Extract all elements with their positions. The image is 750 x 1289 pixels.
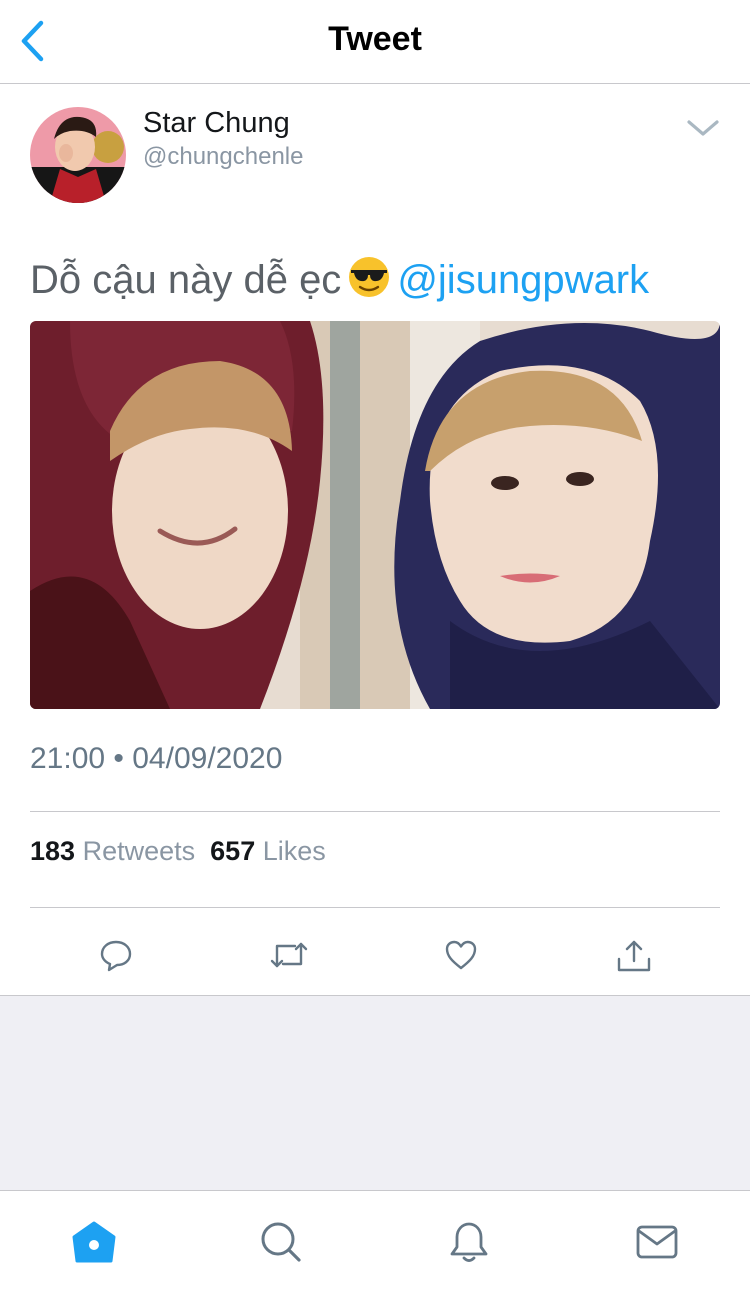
tweet-author: Star Chung @chungchenle [30,107,720,207]
tweet-timestamp: 21:00 • 04/09/2020 [30,742,283,775]
tweet-actions [0,924,750,994]
chevron-down-icon [687,120,719,136]
likes-label[interactable]: Likes [263,836,326,866]
avatar[interactable] [30,107,126,203]
divider [30,907,720,908]
more-options-button[interactable] [686,113,720,143]
like-button[interactable] [436,930,486,980]
tab-notifications[interactable] [444,1217,494,1267]
notifications-icon [450,1222,488,1262]
page-title: Tweet [328,20,422,58]
bottom-tab-bar [0,1190,750,1289]
tweet-photo[interactable] [30,321,720,709]
author-handle[interactable]: @chungchenle [143,143,303,171]
tab-messages[interactable] [632,1217,682,1267]
tweet-body: Dỗ cậu này dễ ẹc [30,258,342,302]
tab-search[interactable] [256,1217,306,1267]
mention-link[interactable]: @jisungpwark [397,258,649,302]
share-button[interactable] [609,930,659,980]
retweets-label[interactable]: Retweets [83,836,196,866]
likes-count[interactable]: 657 [210,836,255,866]
empty-content-area [0,995,750,1190]
top-nav-bar: Tweet [0,0,750,84]
tweet-text: Dỗ cậu này dễ ẹc @jisungpwark [30,255,649,310]
heart-icon [445,940,477,970]
retweets-count[interactable]: 183 [30,836,75,866]
reply-button[interactable] [91,930,141,980]
share-icon [617,940,651,972]
search-icon [261,1222,301,1262]
messages-icon [636,1225,678,1259]
divider [30,811,720,812]
reply-icon [100,940,132,972]
tab-home[interactable] [69,1217,119,1267]
retweet-icon [270,942,308,968]
tweet-stats: 183 Retweets 657 Likes [30,836,326,867]
retweet-button[interactable] [264,930,314,980]
smiling-face-with-sunglasses-icon [347,255,391,310]
home-icon [72,1221,116,1263]
author-name[interactable]: Star Chung [143,107,290,140]
